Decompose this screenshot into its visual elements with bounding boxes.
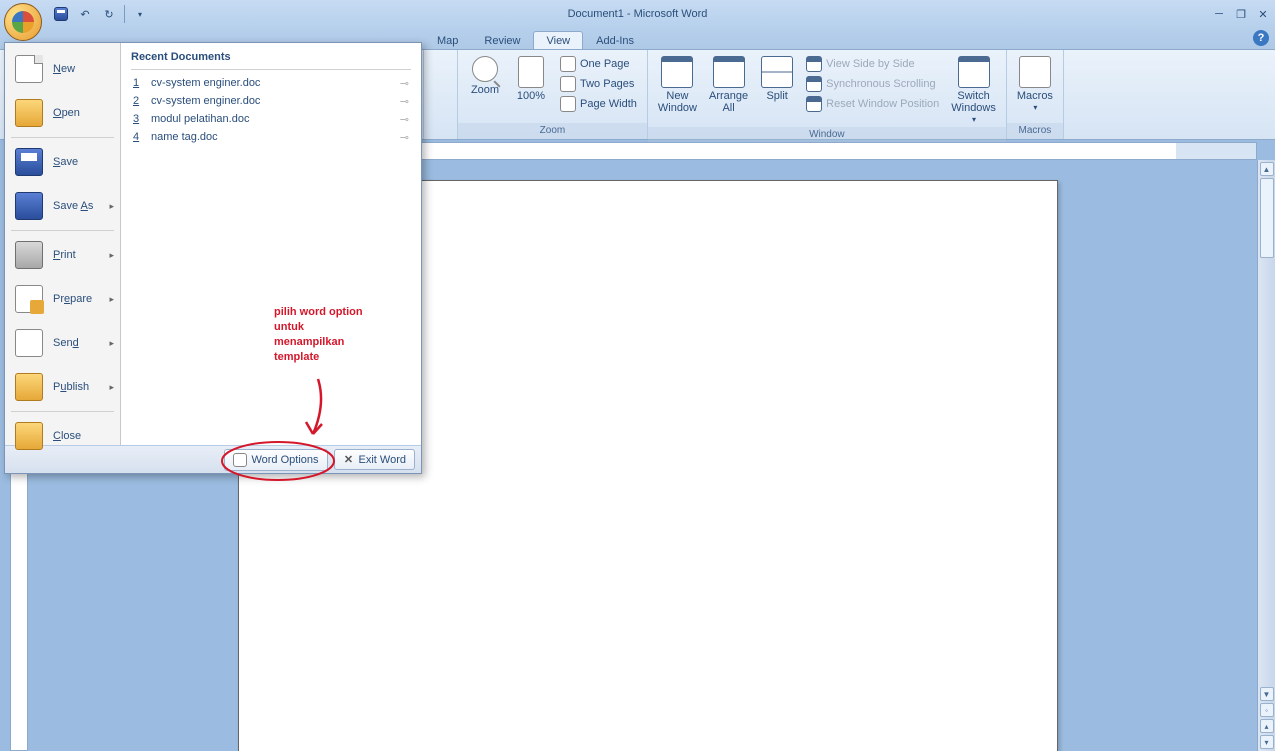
chevron-right-icon: ▸ [109, 294, 114, 305]
tab-map[interactable]: Map [424, 31, 471, 49]
macros-button[interactable]: Macros▾ [1013, 54, 1057, 115]
zoom-label: Zoom [471, 84, 499, 96]
annotation-circle-icon [218, 438, 338, 484]
chevron-right-icon: ▸ [109, 201, 114, 212]
recent-doc-item[interactable]: 1cv-system enginer.doc⊸ [131, 74, 411, 92]
tab-review[interactable]: Review [471, 31, 533, 49]
vertical-scrollbar[interactable]: ▲ ▼ ◦ ▴ ▾ [1257, 160, 1275, 751]
group-macros: Macros▾ Macros [1007, 50, 1064, 139]
recent-documents-header: Recent Documents [131, 51, 411, 70]
annotation-text: pilih word option untuk menampilkan temp… [272, 302, 369, 367]
scroll-up-icon[interactable]: ▲ [1260, 162, 1274, 176]
menu-print[interactable]: Print▸ [5, 233, 120, 277]
prev-page-icon[interactable]: ▴ [1260, 719, 1274, 733]
next-page-icon[interactable]: ▾ [1260, 735, 1274, 749]
two-pages-button[interactable]: Two Pages [556, 74, 641, 94]
chevron-right-icon: ▸ [109, 250, 114, 261]
chevron-down-icon: ▾ [972, 116, 976, 125]
split-button[interactable]: Split [756, 54, 798, 104]
window-controls: ─ ❐ ✕ [1211, 8, 1271, 21]
close-button[interactable]: ✕ [1255, 8, 1271, 21]
group-macros-label: Macros [1007, 123, 1063, 139]
reset-window-pos-button[interactable]: Reset Window Position [802, 94, 943, 114]
zoom-100-label: 100% [517, 90, 545, 102]
pin-icon[interactable]: ⊸ [400, 131, 409, 144]
switch-windows-button[interactable]: Switch Windows▾ [947, 54, 1000, 127]
menu-close[interactable]: Close [5, 414, 120, 458]
qat-customize-icon[interactable]: ▾ [129, 3, 151, 25]
scroll-down-icon[interactable]: ▼ [1260, 687, 1274, 701]
restore-button[interactable]: ❐ [1233, 8, 1249, 21]
menu-send[interactable]: Send▸ [5, 321, 120, 365]
menu-prepare[interactable]: Prepare▸ [5, 277, 120, 321]
recent-doc-item[interactable]: 3modul pelatihan.doc⊸ [131, 110, 411, 128]
office-menu-left: New Open Save Save As▸ Print▸ Prepare▸ S… [5, 43, 121, 445]
chevron-right-icon: ▸ [109, 338, 114, 349]
pin-icon[interactable]: ⊸ [400, 113, 409, 126]
tab-view[interactable]: View [533, 31, 583, 49]
menu-new[interactable]: New [5, 47, 120, 91]
help-icon[interactable]: ? [1253, 30, 1269, 46]
menu-save[interactable]: Save [5, 140, 120, 184]
qat-undo-icon[interactable]: ↶ [74, 3, 96, 25]
view-side-by-side-button[interactable]: View Side by Side [802, 54, 943, 74]
arrange-all-button[interactable]: Arrange All [705, 54, 752, 116]
recent-doc-item[interactable]: 4name tag.doc⊸ [131, 128, 411, 146]
zoom-button[interactable]: Zoom [464, 54, 506, 98]
group-window-label: Window [648, 127, 1006, 143]
group-window: New Window Arrange All Split View Side b… [648, 50, 1007, 139]
menu-open[interactable]: Open [5, 91, 120, 135]
pin-icon[interactable]: ⊸ [400, 77, 409, 90]
qat-separator [124, 5, 125, 23]
office-button[interactable] [4, 3, 42, 41]
qat-save-icon[interactable] [50, 3, 72, 25]
page-width-button[interactable]: Page Width [556, 94, 641, 114]
tab-addins[interactable]: Add-Ins [583, 31, 647, 49]
pin-icon[interactable]: ⊸ [400, 95, 409, 108]
select-browse-object-icon[interactable]: ◦ [1260, 703, 1274, 717]
group-zoom-label: Zoom [458, 123, 647, 139]
chevron-right-icon: ▸ [109, 382, 114, 393]
window-title: Document1 - Microsoft Word [568, 8, 708, 20]
new-window-button[interactable]: New Window [654, 54, 701, 116]
group-zoom: Zoom 100% One Page Two Pages Page Width … [458, 50, 648, 139]
menu-save-as[interactable]: Save As▸ [5, 184, 120, 228]
one-page-button[interactable]: One Page [556, 54, 641, 74]
quick-access-toolbar: ↶ ↻ ▾ [50, 3, 151, 25]
chevron-down-icon: ▾ [1033, 104, 1037, 113]
scrollbar-thumb[interactable] [1260, 178, 1274, 258]
qat-redo-icon[interactable]: ↻ [98, 3, 120, 25]
recent-doc-item[interactable]: 2cv-system enginer.doc⊸ [131, 92, 411, 110]
recent-documents-panel: Recent Documents 1cv-system enginer.doc⊸… [121, 43, 421, 445]
sync-scrolling-button[interactable]: Synchronous Scrolling [802, 74, 943, 94]
menu-publish[interactable]: Publish▸ [5, 365, 120, 409]
office-menu: New Open Save Save As▸ Print▸ Prepare▸ S… [4, 42, 422, 474]
minimize-button[interactable]: ─ [1211, 8, 1227, 21]
title-bar: ↶ ↻ ▾ Document1 - Microsoft Word ─ ❐ ✕ [0, 0, 1275, 28]
zoom-100-button[interactable]: 100% [510, 54, 552, 104]
exit-word-button[interactable]: ✕Exit Word [334, 449, 415, 470]
